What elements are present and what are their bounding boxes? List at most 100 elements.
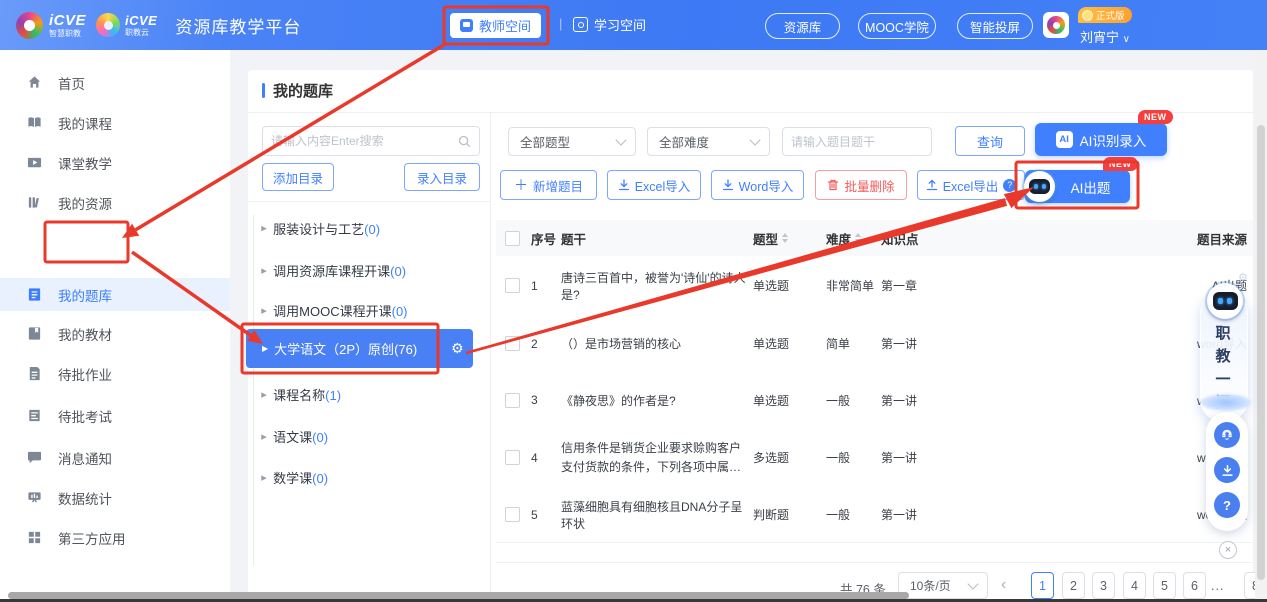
row-checkbox[interactable] bbox=[505, 336, 520, 351]
page-button-2[interactable]: 2 bbox=[1062, 572, 1085, 599]
mooc-academy-pill-button[interactable]: MOOC学院 bbox=[858, 13, 936, 39]
difficulty-select[interactable]: 全部难度 bbox=[647, 127, 770, 156]
row-no: 5 bbox=[531, 487, 538, 542]
word-import-button[interactable]: Word导入 bbox=[711, 170, 804, 200]
excel-export-button[interactable]: Excel导出 ? bbox=[917, 170, 1025, 200]
tree-item-yuwenke[interactable]: ▶ 语文课(0) bbox=[261, 427, 328, 446]
tree-item-shuxueke[interactable]: ▶ 数学课(0) bbox=[261, 468, 328, 487]
medal-icon bbox=[1082, 10, 1093, 21]
row-checkbox[interactable] bbox=[505, 393, 520, 408]
row-checkbox[interactable] bbox=[505, 278, 520, 293]
sidebar-item-notifications[interactable]: 消息通知 bbox=[0, 442, 230, 473]
assistant-robot-icon[interactable] bbox=[1207, 283, 1243, 319]
add-question-button[interactable]: ＋新增题目 bbox=[500, 170, 597, 200]
collapse-triangle-icon: ▶ bbox=[261, 224, 267, 232]
row-knowledge: 第一讲 bbox=[881, 372, 917, 428]
cloud-deco bbox=[1201, 394, 1251, 411]
download-center-icon[interactable] bbox=[1214, 457, 1240, 483]
tree-item-gear-icon[interactable]: ⚙ bbox=[451, 340, 464, 357]
row-stem: 信用条件是销货企业要求赊购客户支付货款的条件，下列各项中属于信用条件组成内容的.… bbox=[561, 439, 751, 476]
sidebar-item-home[interactable]: 首页 bbox=[0, 67, 230, 98]
smart-cast-pill-button[interactable]: 智能投屏 bbox=[957, 13, 1033, 39]
tree-item-daxue-yuwen-selected[interactable]: ▶ 大学语文（2P）原创(76) bbox=[246, 329, 473, 368]
sort-icon[interactable] bbox=[782, 233, 788, 243]
help-icon[interactable]: ? bbox=[1214, 492, 1240, 518]
row-checkbox[interactable] bbox=[505, 450, 520, 465]
entry-directory-button[interactable]: 录入目录 bbox=[404, 163, 480, 191]
customer-service-icon[interactable] bbox=[1214, 422, 1240, 448]
close-widget-icon[interactable]: × bbox=[1219, 541, 1237, 559]
tree-item-kecheng-mingcheng[interactable]: ▶ 课程名称(1) bbox=[261, 385, 341, 404]
page-button-5[interactable]: 5 bbox=[1153, 572, 1176, 599]
tree-item-mooc-kaike[interactable]: ▶ 调用MOOC课程开课(0) bbox=[261, 301, 408, 320]
chevron-down-icon bbox=[615, 134, 626, 145]
page-button-1[interactable]: 1 bbox=[1031, 572, 1054, 599]
batch-delete-button[interactable]: 批量删除 bbox=[815, 170, 907, 200]
row-difficulty: 一般 bbox=[826, 372, 850, 428]
page-ellipsis[interactable]: ... bbox=[1211, 579, 1224, 593]
tree-item-ziyuanku-kaike[interactable]: ▶ 调用资源库课程开课(0) bbox=[261, 261, 406, 280]
user-menu[interactable]: 刘宵宁 ∨ bbox=[1080, 27, 1130, 46]
app-mini-logo[interactable] bbox=[1043, 12, 1069, 38]
directory-search-input[interactable] bbox=[263, 134, 458, 148]
teacher-space-icon bbox=[460, 19, 473, 32]
tree-guide-line bbox=[253, 215, 254, 565]
row-type: 多选题 bbox=[753, 428, 789, 487]
select-all-checkbox-cell bbox=[505, 220, 520, 256]
sidebar-item-my-textbooks[interactable]: 我的教材 bbox=[0, 318, 230, 349]
open-book-icon bbox=[27, 115, 42, 130]
message-bubble-icon bbox=[27, 450, 42, 465]
page-size-select[interactable]: 10条/页 bbox=[898, 572, 988, 599]
student-space-link[interactable]: 学习空间 bbox=[573, 15, 646, 34]
sidebar-item-third-party-apps[interactable]: 第三方应用 bbox=[0, 522, 230, 553]
plus-icon: ＋ bbox=[514, 175, 528, 195]
help-question-icon[interactable]: ? bbox=[1003, 179, 1016, 192]
textbook-icon bbox=[27, 326, 42, 341]
add-directory-button[interactable]: 添加目录 bbox=[262, 163, 334, 191]
table-row[interactable]: 3 《静夜思》的作者是? 单选题 一般 第一讲 word导入 bbox=[496, 372, 1253, 429]
sidebar-item-my-courses[interactable]: 我的课程 bbox=[0, 107, 230, 138]
page-button-6[interactable]: 6 bbox=[1183, 572, 1206, 599]
page-button-3[interactable]: 3 bbox=[1092, 572, 1115, 599]
excel-import-button[interactable]: Excel导入 bbox=[607, 170, 701, 200]
panel-divider bbox=[490, 113, 491, 602]
sidebar-item-my-question-bank[interactable]: 我的题库 bbox=[0, 278, 230, 311]
sidebar-item-data-statistics[interactable]: 数据统计 bbox=[0, 482, 230, 513]
query-button[interactable]: 查询 bbox=[955, 126, 1025, 156]
page-button-4[interactable]: 4 bbox=[1123, 572, 1146, 599]
table-row[interactable]: 4 信用条件是销货企业要求赊购客户支付货款的条件，下列各项中属于信用条件组成内容… bbox=[496, 428, 1253, 488]
row-no: 1 bbox=[531, 256, 538, 315]
download-icon bbox=[618, 179, 630, 191]
sidebar-item-pending-homework[interactable]: 待批作业 bbox=[0, 358, 230, 389]
teacher-space-button[interactable]: 教师空间 bbox=[450, 13, 541, 38]
row-checkbox[interactable] bbox=[505, 507, 520, 522]
table-row[interactable]: 1 唐诗三百首中，被誉为'诗仙'的诗人是? 单选题 非常简单 第一章 AI出题 bbox=[496, 256, 1253, 316]
horizontal-scrollbar-thumb[interactable] bbox=[8, 592, 909, 599]
row-difficulty: 非常简单 bbox=[826, 256, 874, 315]
table-row[interactable]: 2 （）是市场营销的核心 单选题 简单 第一讲 word导入 bbox=[496, 315, 1253, 373]
vertical-scrollbar-thumb[interactable] bbox=[1257, 125, 1265, 580]
resource-library-pill-button[interactable]: 资源库 bbox=[765, 13, 840, 39]
table-row[interactable]: 5 蓝藻细胞具有细胞核且DNA分子呈环状 判断题 一般 第一讲 word导入 bbox=[496, 487, 1253, 543]
title-divider bbox=[248, 112, 1253, 113]
platform-title: 资源库教学平台 bbox=[175, 13, 301, 38]
question-type-select[interactable]: 全部题型 bbox=[508, 127, 636, 156]
icve-zhijiaoyun-logo-icon bbox=[96, 13, 120, 37]
col-type[interactable]: 题型 bbox=[753, 220, 788, 256]
gear-deco-icon: ⚙ bbox=[1238, 271, 1248, 284]
ai-recognition-entry-button[interactable]: AI AI识别录入 bbox=[1035, 123, 1167, 156]
col-no: 序号 bbox=[531, 220, 556, 256]
student-space-icon bbox=[573, 17, 588, 32]
col-difficulty[interactable]: 难度 bbox=[826, 220, 861, 256]
tree-item-fuzhuang[interactable]: ▶ 服装设计与工艺(0) bbox=[261, 219, 380, 238]
sort-icon[interactable] bbox=[855, 233, 861, 243]
homework-doc-icon bbox=[27, 366, 42, 381]
icve-zhijiaoyun-logo-text: iCVE 职教云 bbox=[125, 14, 157, 37]
sidebar-item-classroom-teaching[interactable]: 课堂教学 bbox=[0, 147, 230, 178]
ai-robot-icon bbox=[1024, 171, 1055, 202]
keyword-input[interactable] bbox=[783, 135, 954, 149]
select-all-checkbox[interactable] bbox=[505, 231, 520, 246]
prev-page-button[interactable]: ‹ bbox=[1001, 576, 1006, 594]
sidebar-item-pending-exams[interactable]: 待批考试 bbox=[0, 400, 230, 431]
sidebar-item-my-resources[interactable]: 我的资源 bbox=[0, 187, 230, 218]
